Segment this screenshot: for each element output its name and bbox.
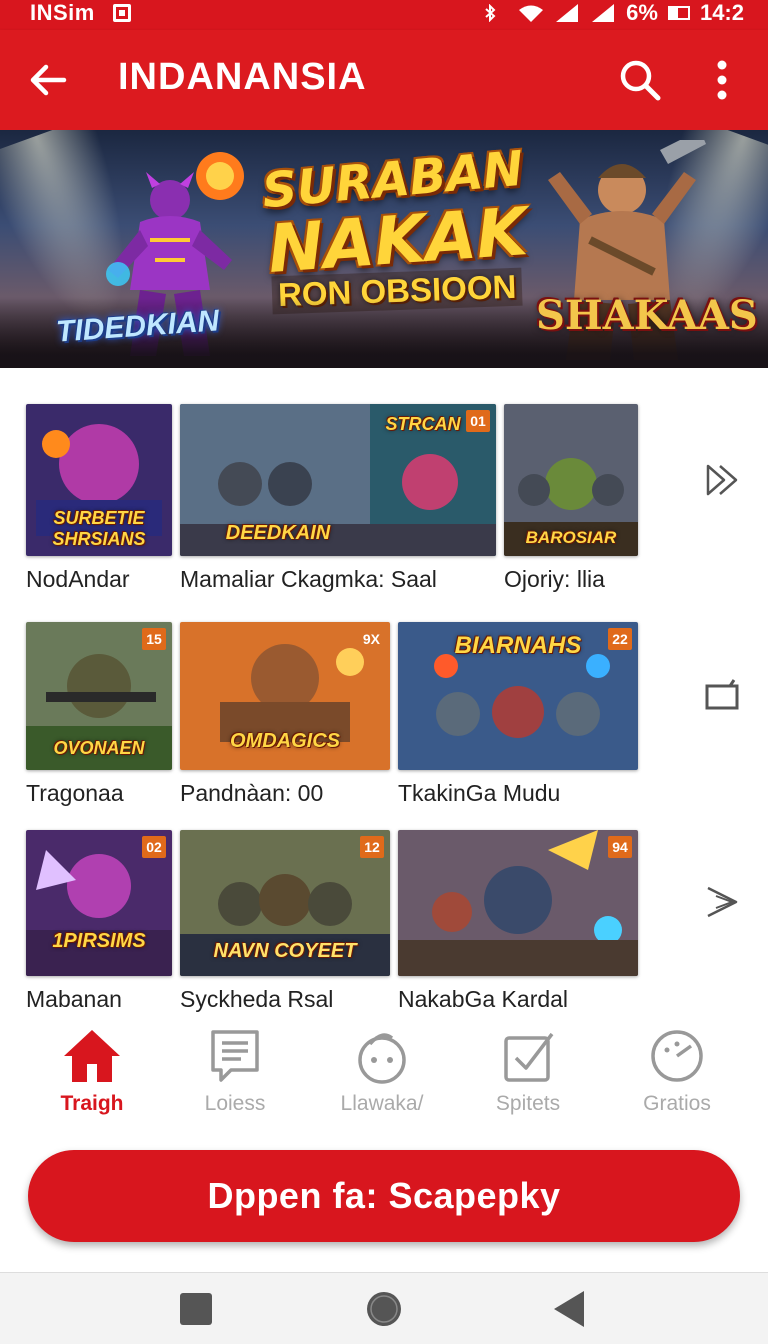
tile-logo: STRCAN	[385, 414, 461, 434]
double-chevron-right-icon[interactable]	[700, 458, 744, 502]
game-row: 1PIRSIMS 02 NAVN COYEET 12 94 Mabanan Sy…	[0, 830, 768, 1030]
nav-label: Loiess	[204, 1092, 266, 1115]
game-title: Mabanan	[26, 986, 122, 1012]
tile-logo: DEEDKAIN	[225, 522, 331, 544]
system-navigation-bar	[0, 1272, 768, 1344]
game-tile[interactable]: SURBETIE SHRSIANS	[26, 404, 172, 556]
nav-label: Gratios	[643, 1092, 711, 1115]
tile-badge: 15	[142, 628, 166, 650]
tile-badge: 12	[360, 836, 384, 858]
tile-logo: OMDAGICS	[230, 730, 340, 752]
clock: 14:2	[699, 0, 744, 25]
tile-logo: BIARNAHS	[454, 632, 582, 659]
game-title: Ojoriy: llia	[504, 566, 605, 592]
nav-label: Traigh	[60, 1092, 124, 1115]
open-app-button[interactable]: Dppen fa: Scapepky	[28, 1150, 740, 1242]
game-title: TkakinGa Mudu	[398, 780, 561, 806]
game-title: Pandnàan: 00	[180, 780, 324, 806]
nav-label: Spitets	[495, 1092, 561, 1115]
chat-list-icon	[211, 1030, 259, 1082]
bluetooth-icon	[485, 4, 496, 22]
game-title: NodAndar	[26, 566, 130, 592]
more-vert-icon[interactable]	[704, 56, 740, 104]
signal-icon	[556, 4, 579, 22]
bottom-navigation: Traigh Loiess Llawaka/ Spitets Gratios	[0, 1022, 768, 1132]
recents-square-icon[interactable]	[174, 1287, 218, 1331]
game-tile[interactable]: NAVN COYEET 12	[180, 830, 390, 976]
game-title: Tragonaa	[26, 780, 124, 806]
tile-logo: OVONAEN	[53, 738, 145, 758]
arrow-left-icon[interactable]	[26, 58, 70, 102]
game-title: Syckheda Rsal	[180, 986, 334, 1012]
banner-logo-right: SHAKAAS	[536, 292, 758, 339]
game-tile[interactable]: BAROSIAR	[504, 404, 638, 556]
back-triangle-icon[interactable]	[548, 1287, 592, 1331]
nav-item-stats[interactable]: Gratios	[602, 1022, 752, 1132]
fireball-icon	[196, 152, 244, 200]
page-title: INDANANSIA	[118, 56, 367, 98]
tile-badge: 01	[466, 410, 490, 432]
nav-item-lists[interactable]: Loiess	[160, 1022, 310, 1132]
nav-item-profile[interactable]: Llawaka/	[307, 1022, 457, 1132]
game-tile[interactable]: 94	[398, 830, 638, 976]
home-circle-icon[interactable]	[362, 1287, 406, 1331]
carrier-name: INSim	[30, 0, 95, 25]
home-icon	[64, 1030, 120, 1082]
status-bar: INSim 6% 14:2	[0, 0, 768, 30]
tile-logo: BAROSIAR	[525, 528, 617, 547]
expand-icon[interactable]	[700, 674, 744, 718]
status-left: INSim	[30, 0, 131, 26]
game-row: OVONAEN 15 OMDAGICS 9X BIARNAHS 22 Trago…	[0, 622, 768, 822]
app-bar: INDANANSIA	[0, 30, 768, 130]
face-icon	[358, 1033, 406, 1084]
nav-label: Llawaka/	[340, 1092, 424, 1115]
chevron-right-icon[interactable]	[700, 880, 744, 924]
game-row: SURBETIE SHRSIANS DEEDKAIN STRCAN 01 BAR…	[0, 404, 768, 604]
game-cover-art	[398, 830, 638, 976]
featured-banner[interactable]: SURABAN NAKAK RON OBSIOON TIDEDKIAN SHAK…	[0, 130, 768, 368]
nav-item-home[interactable]: Traigh	[17, 1022, 167, 1132]
status-right: 6% 14:2	[482, 0, 744, 26]
wifi-icon	[519, 5, 544, 22]
signal-icon	[592, 4, 615, 22]
game-tile[interactable]: DEEDKAIN STRCAN 01	[180, 404, 496, 556]
sim-card-icon	[112, 4, 131, 22]
nav-item-tasks[interactable]: Spitets	[453, 1022, 603, 1132]
game-title: NakabGa Kardal	[398, 986, 569, 1012]
tile-badge: 02	[142, 836, 166, 858]
tile-badge: 22	[608, 628, 632, 650]
checkbox-icon	[504, 1032, 554, 1082]
game-tile[interactable]: OMDAGICS 9X	[180, 622, 390, 770]
game-grid: SURBETIE SHRSIANS DEEDKAIN STRCAN 01 BAR…	[0, 368, 768, 1018]
tile-logo: 1PIRSIMS	[52, 930, 146, 952]
battery-percent: 6%	[626, 0, 658, 25]
game-tile[interactable]: 1PIRSIMS 02	[26, 830, 172, 976]
game-tile[interactable]: OVONAEN 15	[26, 622, 172, 770]
game-title: Mamaliar Ckagmka: Saal	[180, 566, 437, 592]
tile-logo: NAVN COYEET	[213, 940, 357, 962]
gauge-icon	[651, 1030, 703, 1082]
battery-icon	[667, 6, 690, 20]
tile-badge: 9X	[362, 631, 380, 647]
tile-logo: SURBETIE SHRSIANS	[52, 508, 146, 549]
search-icon[interactable]	[616, 56, 664, 104]
tile-badge: 94	[608, 836, 632, 858]
game-tile[interactable]: BIARNAHS 22	[398, 622, 638, 770]
